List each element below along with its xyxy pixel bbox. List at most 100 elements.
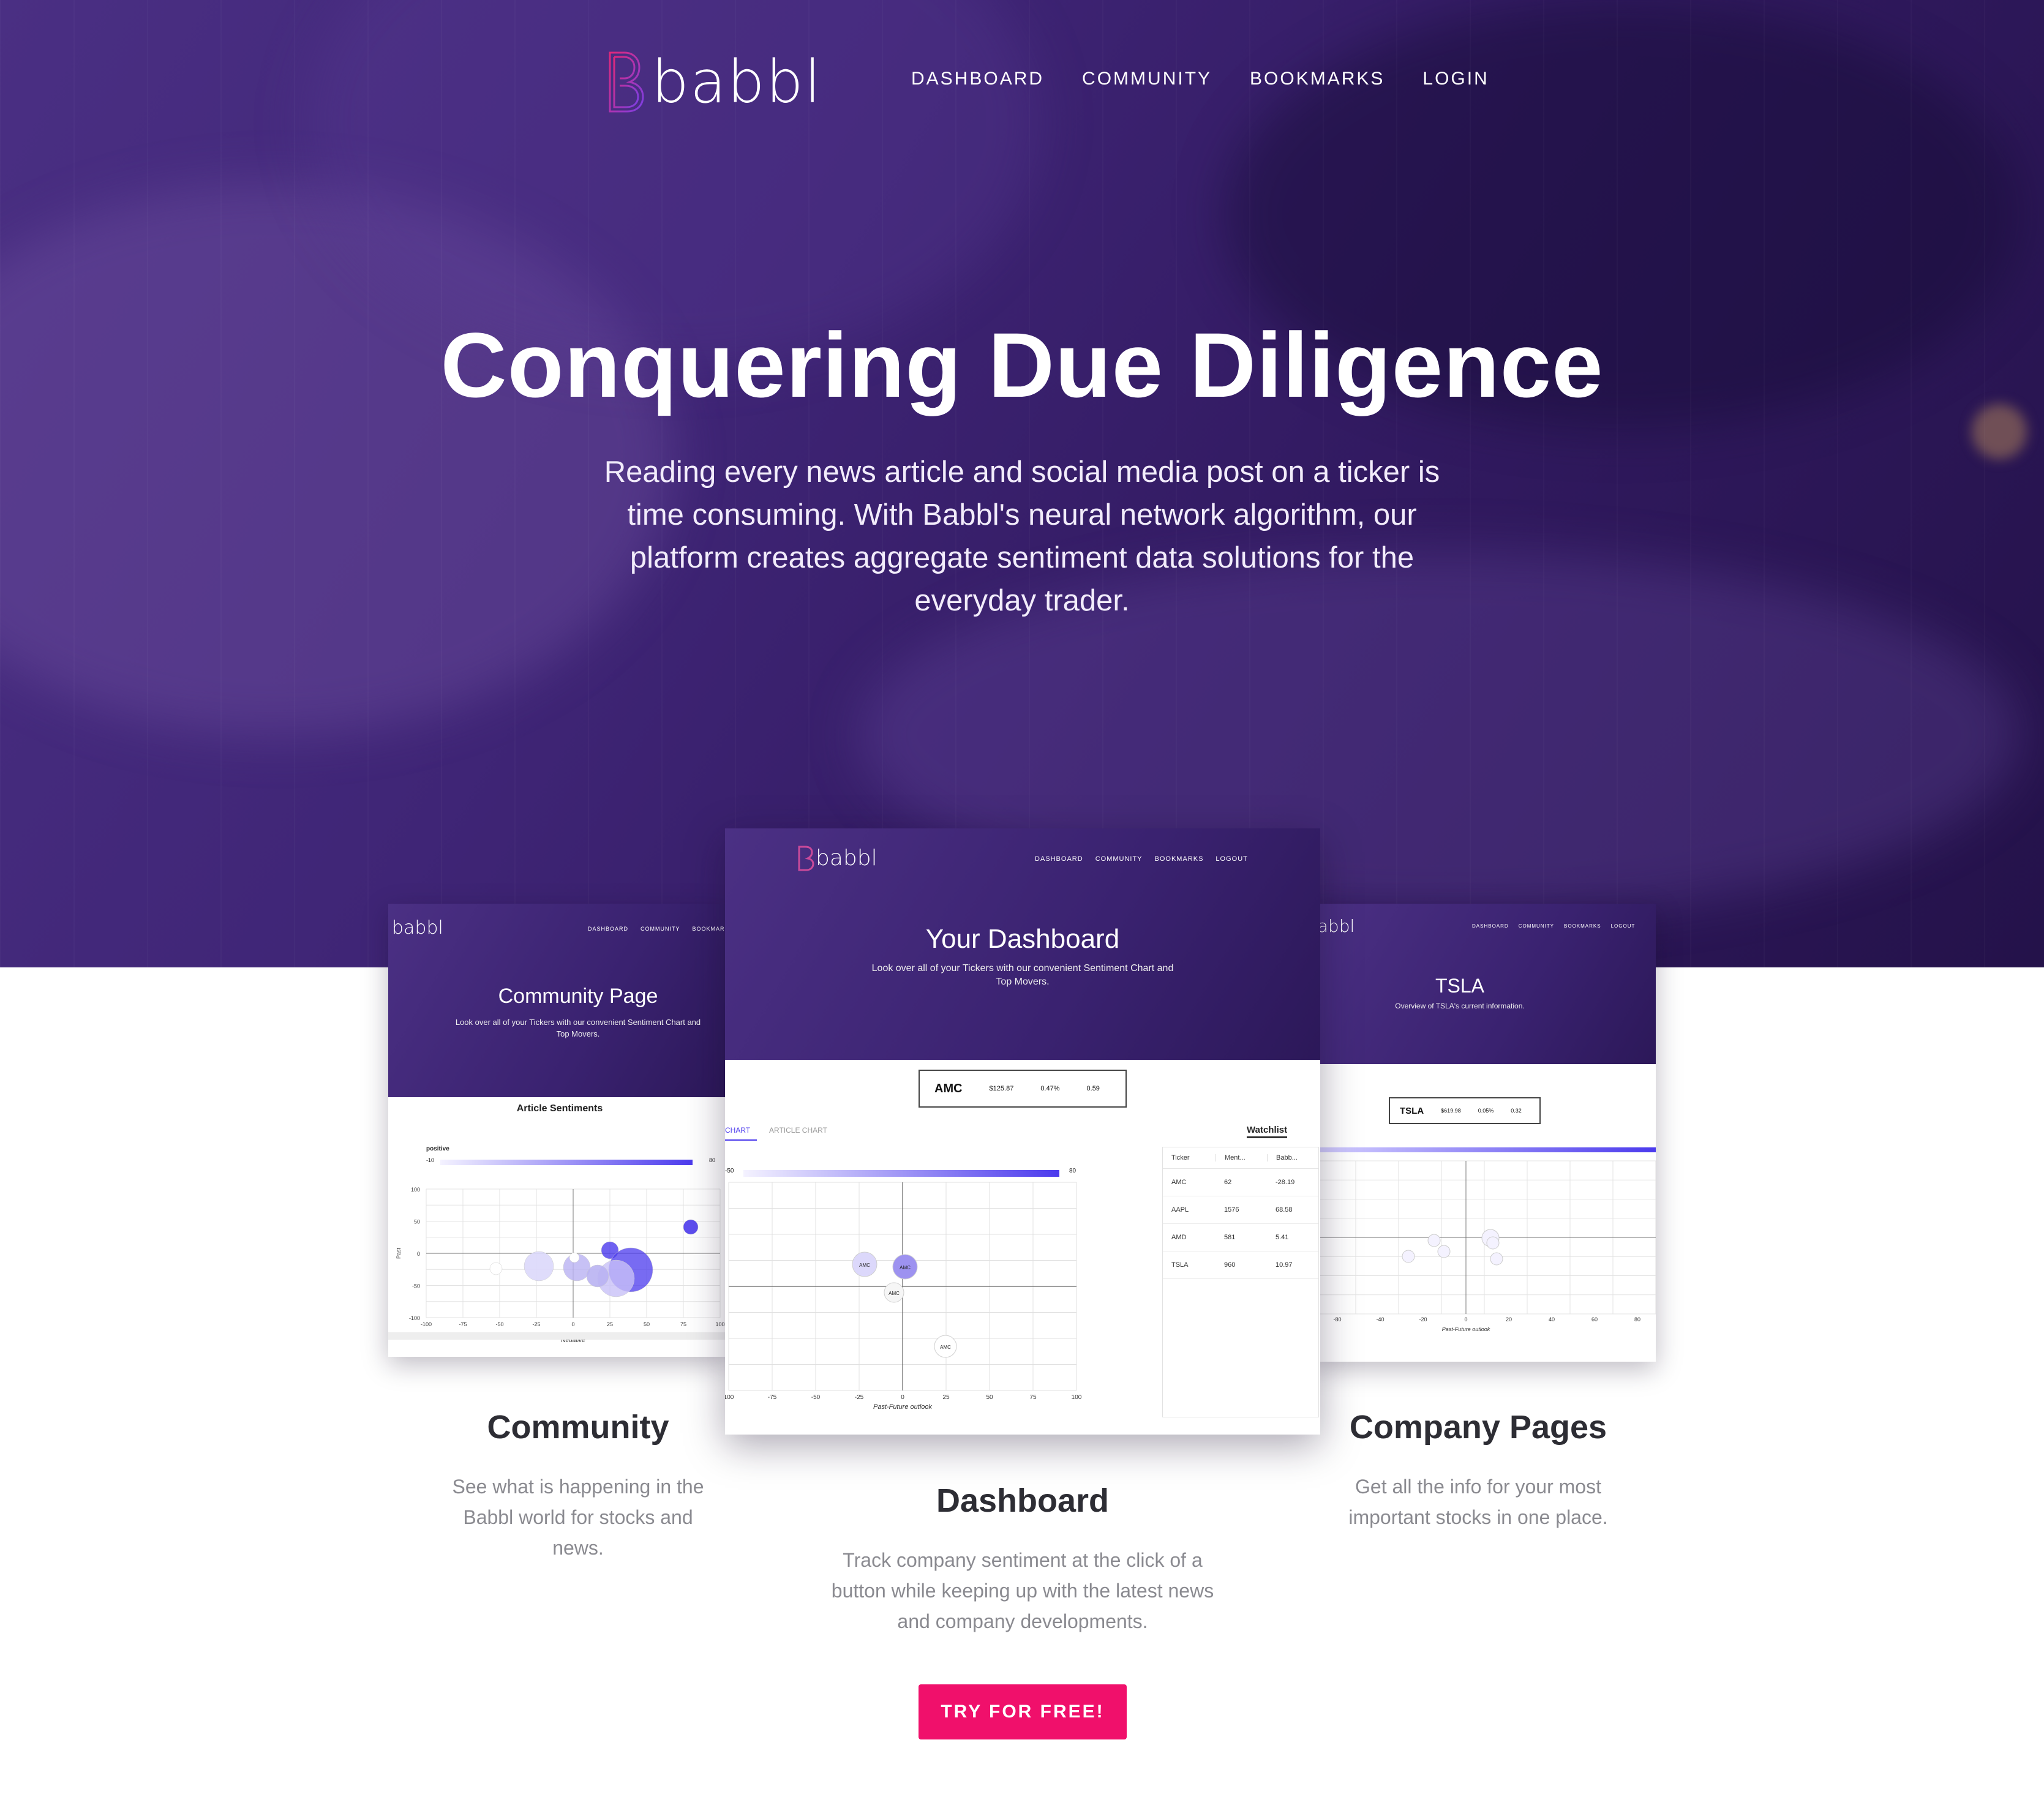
feature-title-company-pages: Company Pages <box>1349 1409 1607 1446</box>
watchlist-header[interactable]: Ment... <box>1216 1154 1267 1161</box>
preview-logo: babbl <box>392 917 443 939</box>
preview-logo: babbl <box>816 846 877 871</box>
watchlist-body: AMC 62 -28.19 AAPL 1576 68.58 AMD 581 5.41 TSLA 96… <box>1163 1169 1318 1279</box>
dashboard-sentiment-chart: 100 -75 -50 -25 0 25 50 75 100 Past-Future outloo… <box>725 1180 1092 1413</box>
sentiment-bubble <box>1490 1252 1503 1266</box>
ticker-score: 0.32 <box>1511 1108 1522 1114</box>
watchlist-header[interactable]: Ticker <box>1163 1154 1216 1161</box>
watchlist-cell: 960 <box>1224 1261 1236 1269</box>
gradient-label: positive <box>426 1146 449 1152</box>
x-tick-label: 0 <box>1464 1316 1467 1323</box>
gradient-min: -50 <box>725 1168 734 1174</box>
ticker-summary-box: TSLA $619.98 0.05% 0.32 <box>1389 1097 1541 1124</box>
preview-title: TSLA <box>1435 975 1485 997</box>
sentiment-bubble <box>489 1262 503 1275</box>
sentiment-bubble <box>586 1264 609 1288</box>
y-tick-label: 0 <box>417 1251 420 1257</box>
hero-subtitle: Reading every news article and social me… <box>604 456 1440 617</box>
preview-subtitle: Look over all of your Tickers with our c… <box>455 1018 701 1038</box>
x-tick-label: 75 <box>680 1321 686 1327</box>
watchlist-row[interactable]: AMC 62 -28.19 <box>1163 1169 1318 1196</box>
watchlist-header-row: Ticker Ment... Babb... <box>1163 1147 1318 1169</box>
watchlist-row[interactable]: AAPL 1576 68.58 <box>1163 1196 1318 1224</box>
y-tick-label: 100 <box>411 1187 420 1193</box>
x-tick-label: 100 <box>715 1321 724 1327</box>
preview-subtitle: Look over all of your Tickers with our c… <box>871 963 1174 987</box>
x-tick-label: 20 <box>1506 1316 1512 1323</box>
watchlist-cell: TSLA <box>1171 1261 1189 1269</box>
preview-title: Your Dashboard <box>925 924 1120 954</box>
watchlist-cell: AAPL <box>1171 1206 1189 1214</box>
ticker-summary-box: AMC $125.87 0.47% 0.59 <box>919 1070 1127 1108</box>
company-chart-svg: -80 -40 -20 0 20 40 60 80 Past-Future outlook <box>1313 1160 1656 1332</box>
nav-community[interactable]: COMMUNITY <box>1082 69 1212 89</box>
preview-nav: DASHBOARD COMMUNITY BOOKMARKS LOGOUT <box>1472 923 1635 929</box>
feature-title-dashboard: Dashboard <box>936 1482 1110 1519</box>
gradient-min: -10 <box>426 1157 435 1163</box>
x-tick-label: 80 <box>1634 1316 1640 1323</box>
x-tick-label: 60 <box>1591 1316 1598 1323</box>
preview-nav-item: COMMUNITY <box>641 926 680 932</box>
sentiment-bubble <box>683 1219 699 1235</box>
preview-nav-item: DASHBOARD <box>1472 923 1509 929</box>
y-tick-label: -100 <box>409 1315 420 1321</box>
hero-title: Conquering Due Diligence <box>440 313 1604 416</box>
x-tick-label: 0 <box>901 1394 904 1401</box>
ticker-change: 0.05% <box>1478 1108 1494 1114</box>
watchlist-title: Watchlist <box>1247 1125 1288 1138</box>
x-tick-label: -75 <box>459 1321 467 1327</box>
community-preview-card: babbl DASHBOARD COMMUNITY BOOKMARKS Comm… <box>388 904 731 1357</box>
watchlist-row[interactable]: TSLA 960 10.97 <box>1163 1251 1318 1279</box>
company-preview-header: babbl DASHBOARD COMMUNITY BOOKMARKS LOGO… <box>1313 904 1656 1064</box>
x-tick-label: -25 <box>532 1321 540 1327</box>
gradient-max: 80 <box>709 1157 716 1163</box>
card-footer-strip <box>388 1332 731 1340</box>
bubble-label: AMC <box>900 1265 911 1270</box>
x-axis-label: Past-Future outlook <box>873 1403 932 1411</box>
sentiment-bubble <box>1486 1236 1500 1250</box>
ticker-change: 0.47% <box>1040 1085 1060 1092</box>
dashboard-preview-header: babbl DASHBOARD COMMUNITY BOOKMARKS LOGO… <box>725 828 1320 1060</box>
brand-logo[interactable]: babbl <box>606 48 822 116</box>
community-sentiment-chart: 100 50 0 -50 -100 -100 -75 -50 -25 0 25 50 75 100 Past… <box>388 1171 731 1342</box>
x-tick-label: 40 <box>1549 1316 1555 1323</box>
nav-bookmarks[interactable]: BOOKMARKS <box>1250 69 1385 89</box>
x-tick-label: -50 <box>495 1321 503 1327</box>
nav-login[interactable]: LOGIN <box>1422 69 1489 89</box>
y-tick-label: 50 <box>414 1219 420 1225</box>
brand-name: babbl <box>652 48 822 116</box>
company-sentiment-chart: -80 -40 -20 0 20 40 60 80 Past-Future outlook <box>1313 1155 1656 1338</box>
gradient-max: 80 <box>1069 1168 1076 1174</box>
tab-article-chart[interactable]: ARTICLE CHART <box>769 1126 827 1135</box>
nav-dashboard[interactable]: DASHBOARD <box>911 69 1044 89</box>
watchlist-cell: AMD <box>1171 1234 1187 1241</box>
y-tick-label: -50 <box>412 1283 420 1289</box>
bubble-label: AMC <box>940 1345 951 1350</box>
preview-nav-item: LOGOUT <box>1610 923 1636 929</box>
tab-chart[interactable]: CHART <box>725 1126 757 1141</box>
x-tick-label: 25 <box>607 1321 613 1327</box>
preview-nav-item: BOOKMARKS <box>1564 923 1601 929</box>
x-tick-label: 25 <box>942 1394 950 1401</box>
x-axis-label: Past-Future outlook <box>1442 1326 1490 1332</box>
preview-nav: DASHBOARD COMMUNITY BOOKMARKS <box>588 926 731 932</box>
main-nav: DASHBOARD COMMUNITY BOOKMARKS LOGIN <box>911 69 1489 89</box>
preview-nav-item: COMMUNITY <box>1518 923 1555 929</box>
company-preview-card: babbl DASHBOARD COMMUNITY BOOKMARKS LOGO… <box>1313 904 1656 1362</box>
x-tick-label: 75 <box>1029 1394 1037 1401</box>
babbl-b-icon <box>609 51 644 113</box>
feature-desc-company-pages: Get all the info for your most important… <box>1348 1476 1608 1528</box>
x-tick-label: 50 <box>644 1321 650 1327</box>
ticker-price: $619.98 <box>1441 1108 1461 1114</box>
watchlist-header[interactable]: Babb... <box>1267 1154 1318 1161</box>
ticker-symbol: TSLA <box>1400 1105 1424 1116</box>
bubble-label: AMC <box>859 1263 870 1268</box>
try-for-free-button[interactable]: TRY FOR FREE! <box>919 1684 1127 1739</box>
watchlist-cell: 1576 <box>1224 1206 1239 1214</box>
sentiment-bubble <box>524 1251 554 1281</box>
preview-nav-item: DASHBOARD <box>588 926 629 932</box>
sentiment-bubble <box>1402 1250 1415 1263</box>
community-preview-header: babbl DASHBOARD COMMUNITY BOOKMARKS Comm… <box>388 904 731 1097</box>
x-tick-label: -20 <box>1419 1316 1427 1323</box>
watchlist-row[interactable]: AMD 581 5.41 <box>1163 1224 1318 1251</box>
